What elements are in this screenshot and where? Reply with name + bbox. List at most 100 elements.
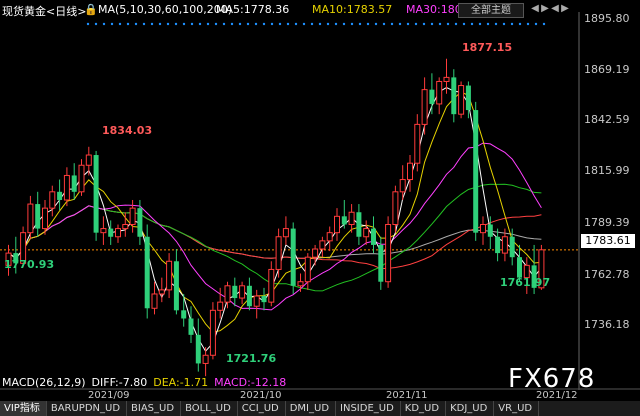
candle-down [173, 249, 179, 315]
candle-body [232, 285, 238, 299]
high-label: 1834.03 [102, 124, 152, 137]
indicator-dot [262, 22, 266, 26]
candle-body [473, 110, 479, 233]
candle-up [480, 216, 486, 245]
candle-body [392, 191, 399, 225]
indicator-dot [518, 22, 522, 26]
candle-body [334, 215, 340, 234]
candle-body [407, 162, 413, 181]
tab-dmi[interactable]: DMI_UD [286, 401, 337, 416]
candle-body [151, 293, 158, 309]
candle-body [166, 260, 173, 291]
macd-dea: DEA:-1.71 [153, 376, 209, 389]
candle-body [27, 203, 34, 234]
tab-kd[interactable]: KD_UD [401, 401, 447, 416]
indicator-dot [310, 22, 314, 26]
candle-body [239, 285, 246, 299]
tab-vr[interactable]: VR_UD [494, 401, 540, 416]
indicator-dot [342, 22, 346, 26]
candle-down [108, 220, 114, 245]
indicator-dot [278, 22, 282, 26]
indicator-dot [222, 22, 226, 26]
candle-body [465, 85, 471, 111]
candle-body [495, 236, 501, 254]
candle-body [261, 296, 267, 303]
candle-body [341, 216, 347, 225]
candle-up [312, 244, 319, 266]
candle-down [195, 318, 201, 372]
candle-body [115, 228, 121, 238]
candle-up [282, 216, 289, 245]
ma5-line [8, 87, 542, 353]
candle-body [312, 248, 319, 258]
candle-body [42, 207, 48, 230]
indicator-dot [166, 22, 170, 26]
tab-bias[interactable]: BIAS_UD [127, 401, 182, 416]
price-tick-label: 1842.59 [584, 113, 630, 126]
tab-vip[interactable]: VIP指标 [0, 401, 47, 416]
candlestick-chart[interactable]: 1895.80 1869.19 1842.59 1815.99 1789.39 … [0, 0, 640, 401]
candle-body [436, 80, 443, 105]
candle-down [451, 69, 457, 123]
indicator-dot [230, 22, 234, 26]
candle-down [232, 277, 238, 307]
candle-body [399, 179, 406, 193]
candle-body [253, 295, 260, 307]
indicator-dot [94, 22, 98, 26]
indicator-dot [270, 22, 274, 26]
time-tick-label: 2021/09 [88, 390, 130, 401]
indicator-dot [454, 22, 458, 26]
candle-body [202, 354, 209, 364]
candle-body [501, 236, 508, 254]
candle-body [137, 208, 143, 237]
price-tick-label: 1762.78 [584, 268, 630, 281]
candle-up [297, 273, 304, 292]
candle-up [158, 277, 165, 303]
brand-watermark: FX678 [508, 364, 596, 394]
macd-value: MACD:-12.18 [214, 376, 287, 389]
indicator-tab-bar: VIP指标 BARUPDN_UD BIAS_UD BOLL_UD CCI_UD … [0, 401, 640, 416]
indicator-dot [510, 22, 514, 26]
candle-body [487, 224, 493, 237]
candle-up [49, 185, 56, 217]
candle-up [304, 253, 311, 290]
candle-body [509, 236, 515, 258]
candle-up [27, 195, 34, 239]
macd-title: MACD(26,12,9) [2, 376, 86, 389]
candle-down [93, 150, 99, 241]
indicator-dot [334, 22, 338, 26]
candle-down [473, 101, 479, 241]
indicator-dot [110, 22, 114, 26]
low-label: 1721.76 [226, 352, 276, 365]
candle-up [63, 167, 70, 207]
indicator-dot [158, 22, 162, 26]
candle-body [378, 244, 384, 282]
candle-up [239, 281, 246, 305]
candle-body [304, 256, 311, 283]
candle-body [480, 223, 486, 234]
tab-kdj[interactable]: KDJ_UD [446, 401, 495, 416]
candle-body [78, 164, 85, 193]
candle-body [122, 223, 129, 230]
candle-body [429, 89, 435, 104]
indicator-dot [286, 22, 290, 26]
candle-body [181, 310, 187, 319]
candle-body [268, 268, 275, 303]
candle-body [57, 191, 63, 200]
tab-boll[interactable]: BOLL_UD [181, 401, 238, 416]
ma100-line [8, 205, 542, 270]
tab-inside[interactable]: INSIDE_UD [336, 401, 401, 416]
price-tick-label: 1789.39 [584, 216, 630, 229]
indicator-dot [526, 22, 530, 26]
indicator-dot [206, 22, 210, 26]
time-tick-label: 2021/11 [386, 390, 428, 401]
candle-up [85, 146, 92, 176]
candle-body [209, 309, 216, 356]
indicator-dot [126, 22, 130, 26]
candle-up [414, 114, 421, 172]
candle-down [137, 199, 143, 245]
ma10-line [8, 91, 542, 333]
tab-barupdn[interactable]: BARUPDN_UD [47, 401, 128, 416]
tab-cci[interactable]: CCI_UD [238, 401, 286, 416]
indicator-dot [366, 22, 370, 26]
